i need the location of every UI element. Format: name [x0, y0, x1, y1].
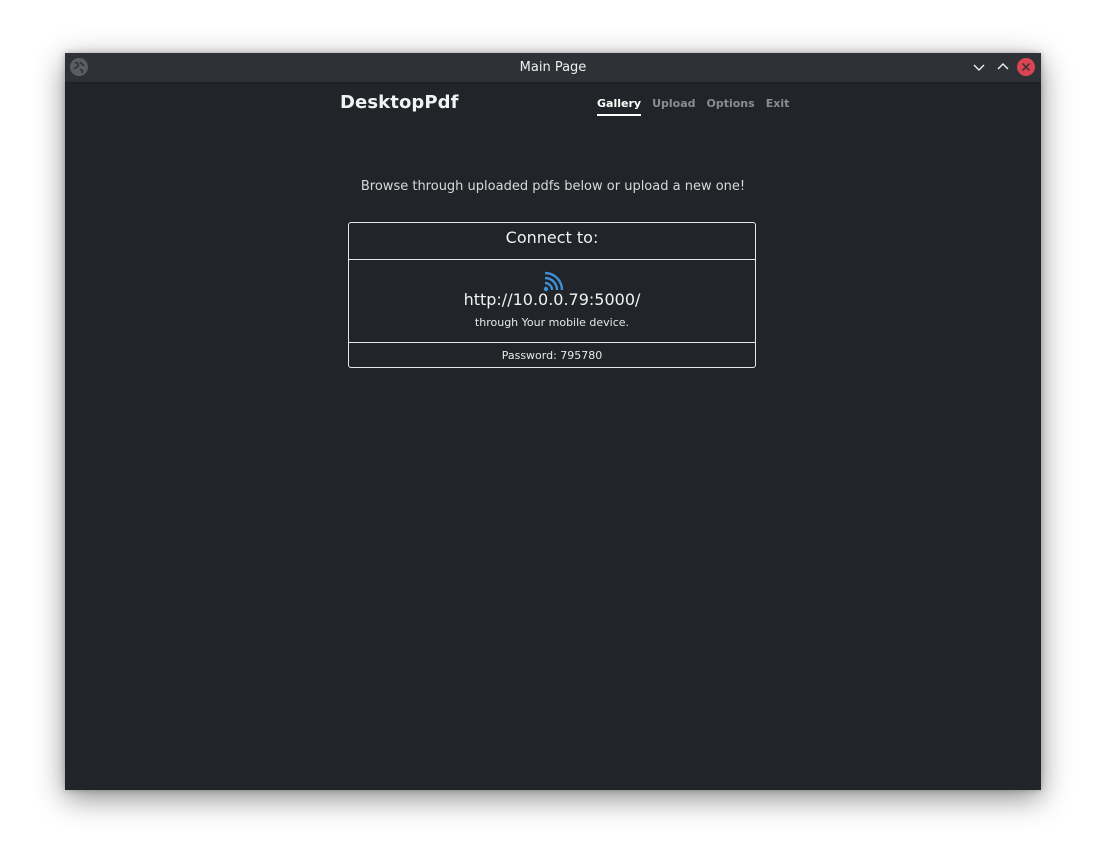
minimize-button[interactable]	[970, 58, 988, 76]
nav-upload[interactable]: Upload	[652, 97, 695, 116]
app-window: Main Page DesktopPdf Gallery Upload Opti…	[65, 53, 1041, 790]
brand-title: DesktopPdf	[340, 92, 459, 113]
connect-body: http://10.0.0.79:5000/ through Your mobi…	[349, 260, 755, 343]
connect-heading: Connect to:	[349, 223, 755, 260]
connect-card: Connect to: http://10.0.0.79:5000/ throu…	[348, 222, 756, 368]
maximize-button[interactable]	[994, 58, 1012, 76]
device-note: through Your mobile device.	[474, 316, 630, 329]
window-title: Main Page	[519, 60, 587, 75]
nav-bar: Gallery Upload Options Exit	[597, 97, 800, 116]
nav-options[interactable]: Options	[707, 97, 755, 116]
close-icon	[1022, 63, 1030, 71]
password-text: Password: 795780	[501, 349, 603, 362]
nav-gallery[interactable]: Gallery	[597, 97, 642, 116]
main-content: DesktopPdf Gallery Upload Options Exit B…	[65, 83, 1041, 790]
close-button[interactable]	[1017, 58, 1035, 76]
title-bar[interactable]: Main Page	[65, 53, 1041, 83]
nav-exit[interactable]: Exit	[766, 97, 790, 116]
page-subtitle: Browse through uploaded pdfs below or up…	[360, 179, 746, 194]
chevron-down-icon	[973, 64, 985, 71]
chevron-up-icon	[997, 63, 1009, 70]
connect-url[interactable]: http://10.0.0.79:5000/	[349, 290, 755, 309]
